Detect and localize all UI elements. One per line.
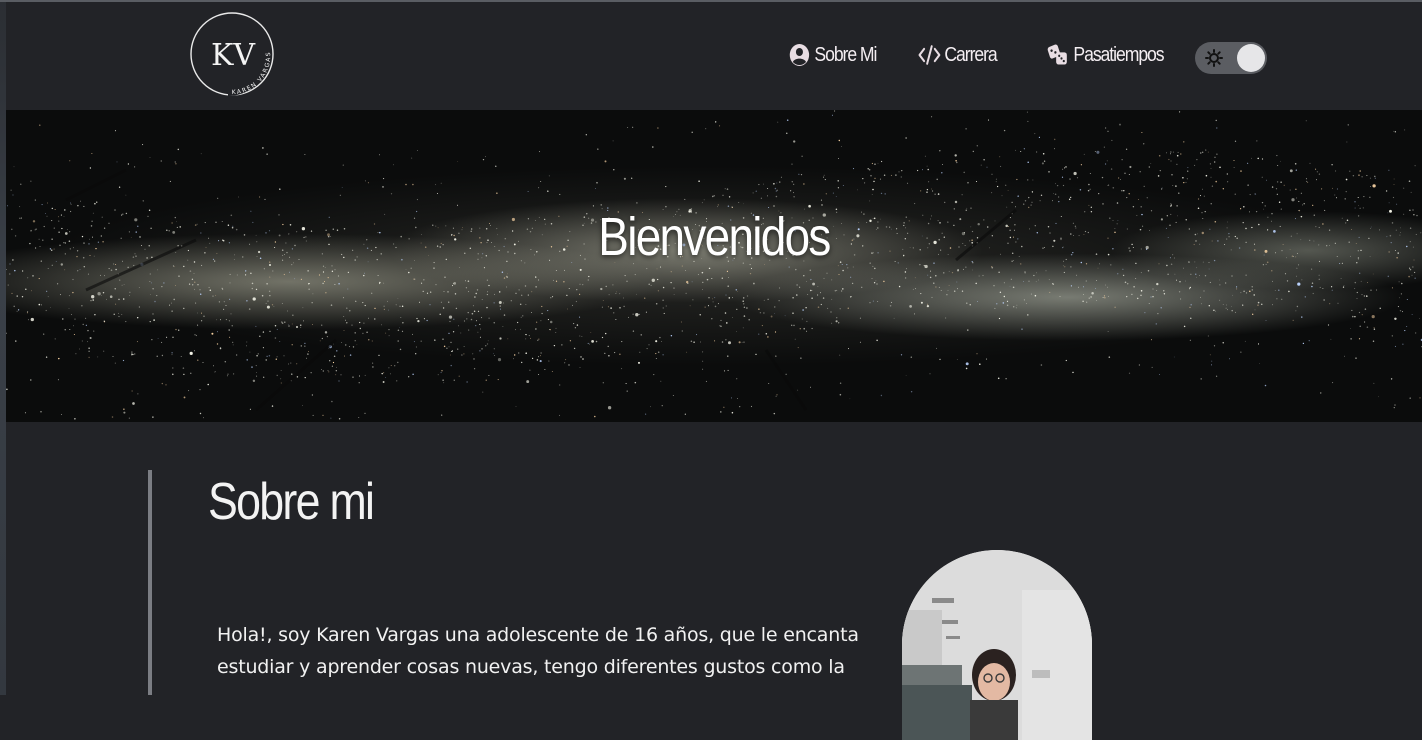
profile-photo <box>902 550 1092 740</box>
logo-initials: KV <box>211 38 256 73</box>
nav-label-sobre-mi: Sobre Mi <box>814 43 877 66</box>
nav-item-sobre-mi[interactable]: Sobre Mi <box>788 42 894 68</box>
nav-item-carrera[interactable]: Carrera <box>918 42 1019 68</box>
hero-title: Bienvenidos <box>598 207 831 267</box>
toggle-knob <box>1237 44 1265 72</box>
user-circle-icon <box>788 42 811 68</box>
section-accent-line <box>148 470 152 695</box>
theme-toggle[interactable] <box>1195 42 1267 74</box>
sun-icon <box>1205 49 1223 67</box>
code-icon <box>918 42 941 68</box>
nav-label-pasatiempos: Pasatiempos <box>1073 43 1164 66</box>
dice-icon <box>1047 42 1070 68</box>
about-text: Hola!, soy Karen Vargas una adolescente … <box>217 624 859 678</box>
hero-banner: Bienvenidos <box>6 110 1422 422</box>
nav-label-carrera: Carrera <box>944 43 997 66</box>
logo[interactable]: KV KAREN VARGAS <box>190 12 280 100</box>
nav-item-pasatiempos[interactable]: Pasatiempos <box>1047 42 1179 68</box>
about-title: Sobre mi <box>208 473 375 531</box>
logo-badge-icon: KV KAREN VARGAS <box>190 12 274 96</box>
